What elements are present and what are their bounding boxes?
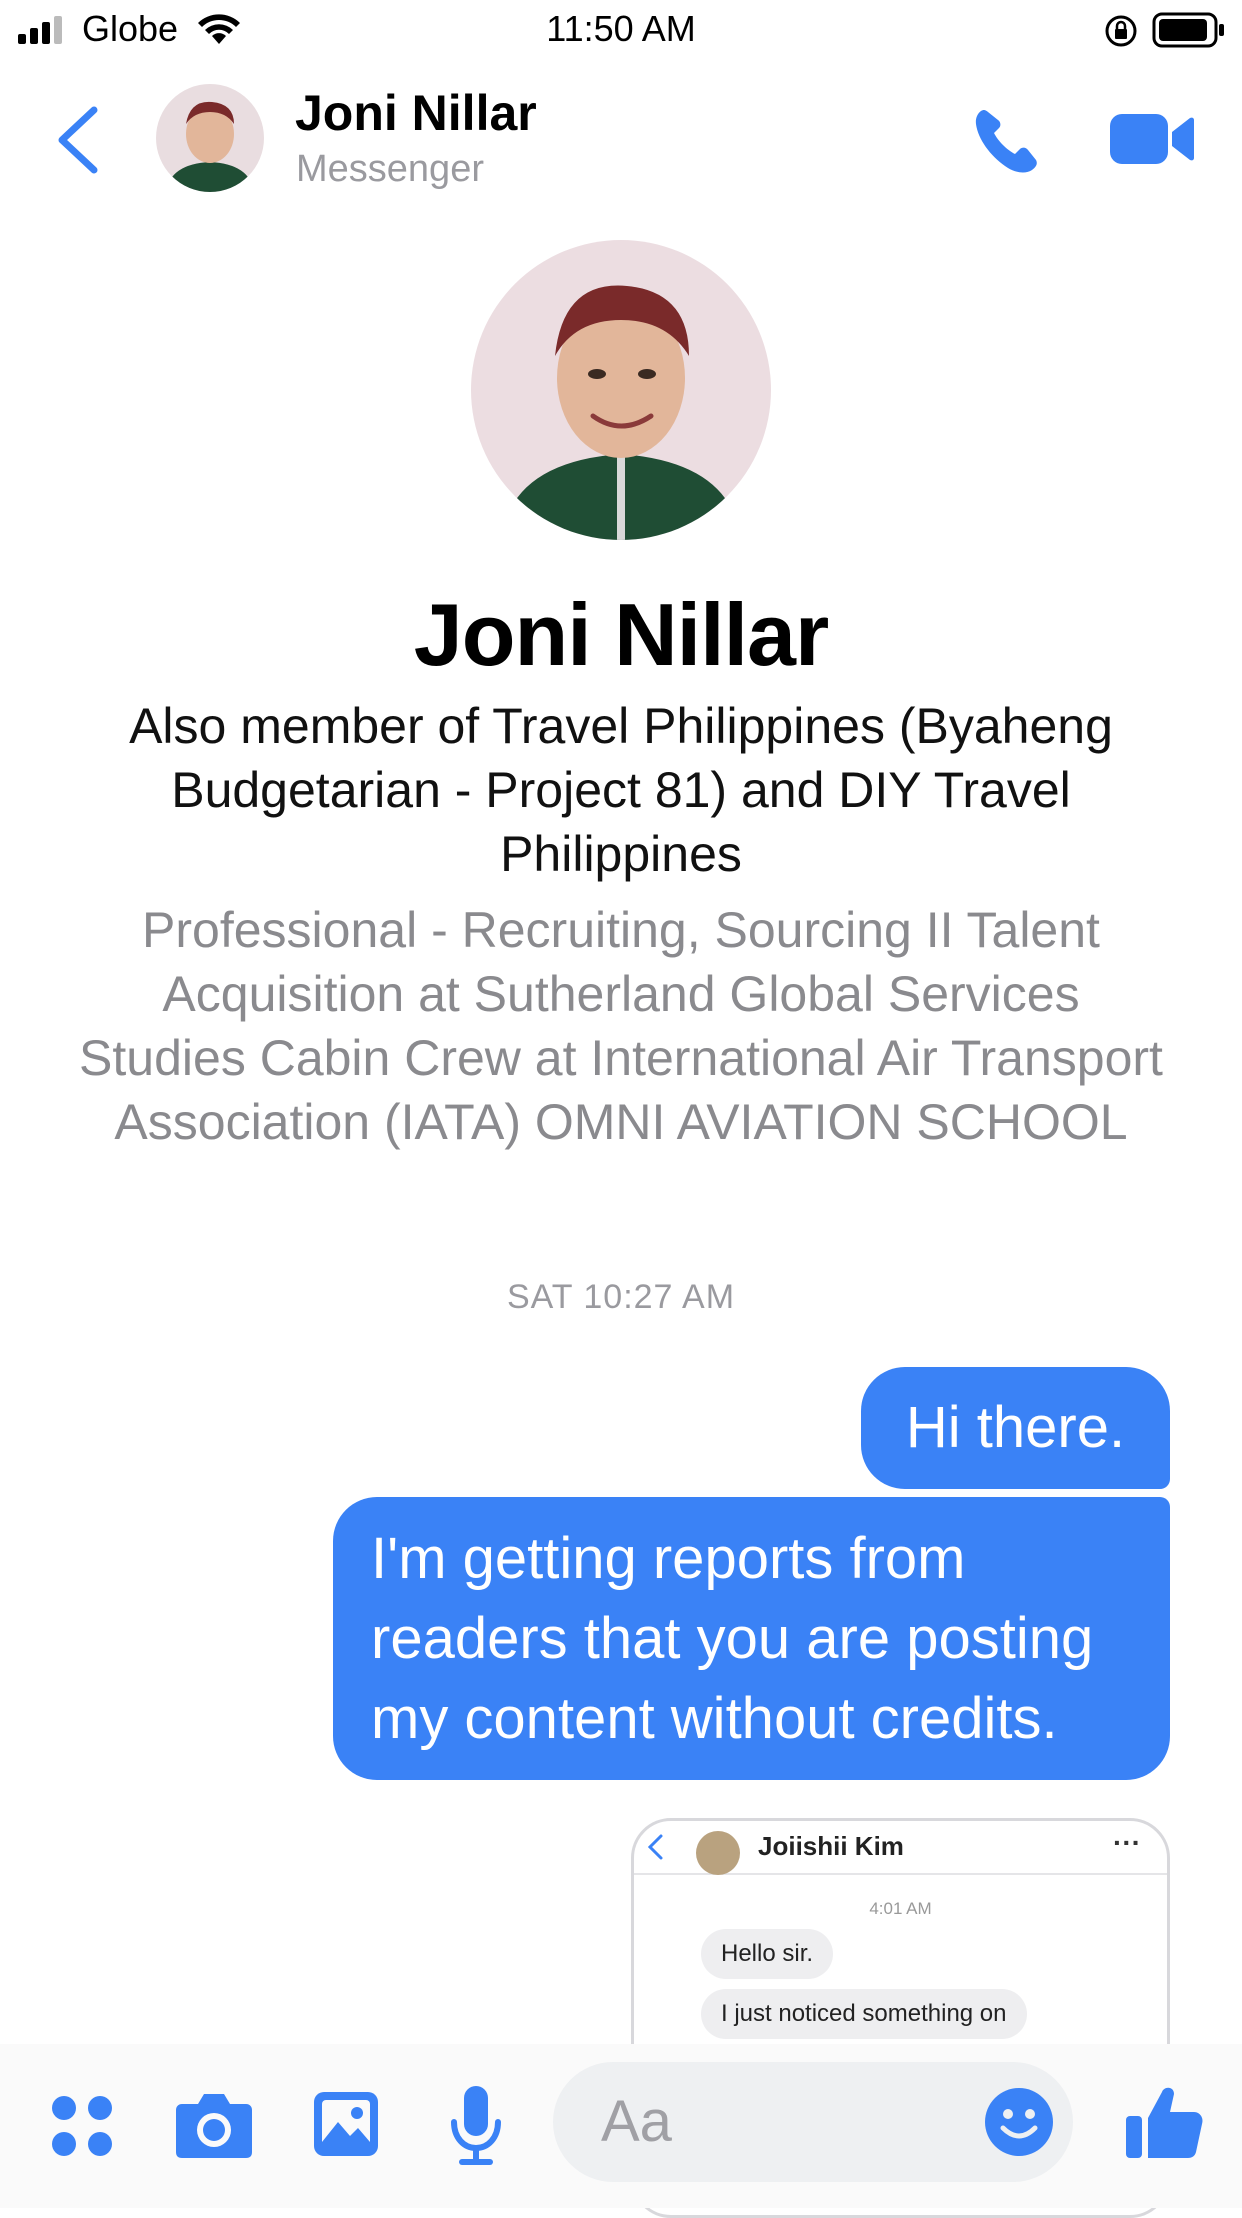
message-input-placeholder: Aa — [601, 2089, 672, 2154]
profile-photo — [471, 240, 771, 540]
attachment-message: I just noticed something on — [701, 1989, 1027, 2039]
apps-icon — [52, 2096, 112, 2156]
camera-icon — [176, 2094, 252, 2158]
profile-avatar[interactable] — [471, 240, 771, 540]
more-icon: ··· — [1113, 1827, 1141, 1858]
composer-toolbar: Aa — [0, 2044, 1242, 2208]
image-icon — [314, 2092, 378, 2156]
camera-button[interactable] — [174, 2090, 254, 2160]
microphone-icon — [451, 2086, 501, 2165]
back-chevron-icon — [58, 106, 98, 174]
apps-button[interactable] — [50, 2094, 114, 2158]
phone-icon — [975, 110, 1037, 173]
emoji-icon — [985, 2088, 1053, 2156]
avatar[interactable] — [156, 84, 264, 192]
voice-message-button[interactable] — [448, 2084, 504, 2168]
like-button[interactable] — [1124, 2082, 1204, 2162]
battery-icon — [1152, 12, 1224, 48]
header-subtitle: Messenger — [296, 148, 484, 190]
attachment-contact-name: Joiishii Kim — [758, 1831, 904, 1861]
emoji-button[interactable] — [983, 2086, 1055, 2158]
attachment-message: Hello sir. — [701, 1929, 834, 1979]
attachment-time: 4:01 AM — [869, 1899, 932, 1918]
message-timestamp: SAT 10:27 AM — [506, 1278, 736, 1316]
status-bar: Globe 11:50 AM — [0, 0, 1242, 60]
clock: 11:50 AM — [546, 8, 696, 49]
gallery-button[interactable] — [312, 2090, 380, 2158]
sent-message[interactable]: I'm getting reports from readers that yo… — [333, 1497, 1170, 1780]
voice-call-button[interactable] — [970, 104, 1044, 178]
mutual-groups: Also member of Travel Philippines (Byahe… — [129, 698, 1113, 882]
profile-details: Professional - Recruiting, Sourcing II T… — [60, 898, 1182, 1154]
avatar — [696, 1831, 740, 1875]
attachment-header: Joiishii Kim ··· — [634, 1821, 1167, 1875]
back-chevron-icon — [647, 1834, 663, 1860]
education-info: Studies Cabin Crew at International Air … — [79, 1030, 1163, 1150]
work-info: Professional - Recruiting, Sourcing II T… — [142, 902, 1100, 1022]
avatar-photo — [156, 84, 264, 192]
video-camera-icon — [1110, 114, 1194, 164]
orientation-lock-icon — [1105, 15, 1137, 47]
back-button[interactable] — [52, 100, 112, 180]
profile-name: Joni Nillar — [413, 585, 829, 684]
video-call-button[interactable] — [1110, 110, 1194, 168]
thumbs-up-icon — [1126, 2087, 1203, 2158]
sent-message[interactable]: Hi there. — [861, 1367, 1170, 1489]
message-input[interactable]: Aa — [553, 2062, 1073, 2182]
header-contact-name: Joni Nillar — [295, 85, 537, 141]
